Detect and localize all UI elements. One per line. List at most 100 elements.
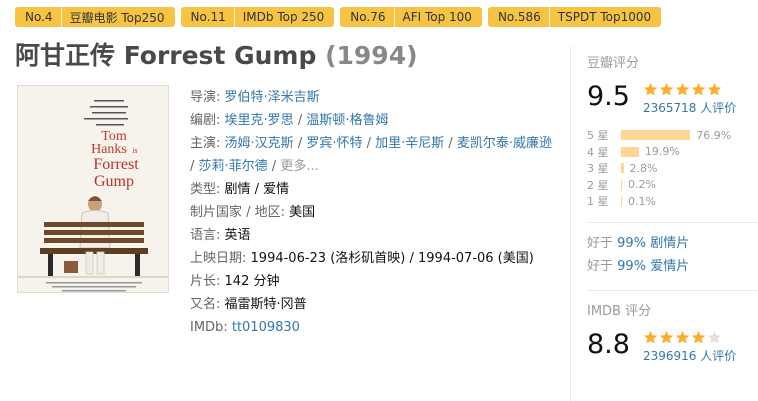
star-filled-icon — [675, 82, 690, 96]
cast-link[interactable]: 汤姆·汉克斯 — [225, 136, 294, 151]
better-than-row: 好于 99% 剧情片 — [587, 232, 758, 255]
dist-label: 1 星 — [587, 195, 609, 209]
star-filled-icon — [691, 330, 706, 343]
info-imdb-row: IMDb: tt0109830 — [190, 316, 555, 339]
poster-art: Tom Hanks is Forrest Gump — [18, 86, 168, 292]
better-than-row: 好于 99% 爱情片 — [587, 255, 758, 278]
movie-title: 阿甘正传 Forrest Gump — [15, 41, 317, 70]
info-aka-row: 又名: 福雷斯特·冈普 — [190, 293, 555, 316]
dist-bar — [621, 163, 624, 174]
imdb-score-row: 8.8 2396916 人评价 — [587, 328, 758, 364]
badge-afi-top100[interactable]: No.76 AFI Top 100 — [340, 7, 482, 27]
badge-separator — [393, 7, 395, 27]
poster-title-1: Forrest — [93, 156, 139, 173]
rating-dist-row: 4 星 19.9% — [587, 144, 758, 161]
badge-separator — [233, 7, 235, 27]
runtime-label: 片长: — [190, 274, 221, 289]
douban-votes-link[interactable]: 2365718 人评价 — [643, 99, 736, 116]
badge-rank: No.11 — [190, 10, 226, 24]
badge-name: AFI Top 100 — [402, 10, 472, 24]
release-label: 上映日期: — [190, 251, 247, 266]
director-link[interactable]: 罗伯特·泽米吉斯 — [225, 90, 320, 105]
imdb-score: 8.8 — [587, 328, 630, 360]
better-pct: 99% — [617, 235, 647, 251]
writer-link[interactable]: 埃里克·罗思 — [225, 113, 294, 128]
rating-panel: 豆瓣评分 9.5 2365718 人评价 5 星 76.9% 4 星 19.9%… — [587, 52, 758, 364]
star-filled-icon — [643, 82, 658, 96]
star-empty-icon — [707, 330, 722, 343]
separator: / — [448, 136, 457, 151]
cast-link[interactable]: 麦凯尔泰·威廉逊 — [457, 136, 552, 151]
badge-douban-top250[interactable]: No.4 豆瓣电影 Top250 — [15, 7, 175, 27]
dist-pct: 2.8% — [629, 161, 658, 175]
dist-bar — [621, 196, 622, 207]
dist-label: 3 星 — [587, 162, 609, 176]
writer-label: 编剧: — [190, 113, 221, 128]
cast-link[interactable]: 莎莉·菲尔德 — [199, 159, 268, 174]
country-value: 美国 — [289, 205, 316, 220]
badge-name: TSPDT Top1000 — [557, 10, 652, 24]
dist-bar — [621, 179, 622, 190]
badge-name: IMDb Top 250 — [242, 10, 325, 24]
badge-rank: No.4 — [25, 10, 53, 24]
douban-rating-title: 豆瓣评分 — [587, 56, 640, 71]
rating-dist-row: 1 星 0.1% — [587, 193, 758, 210]
dist-label: 4 星 — [587, 145, 609, 159]
info-director-row: 导演: 罗伯特·泽米吉斯 — [190, 86, 555, 109]
badge-separator — [60, 7, 62, 27]
cast-link[interactable]: 罗宾·怀特 — [306, 136, 362, 151]
cast-label: 主演: — [190, 136, 221, 151]
panel-divider — [587, 221, 758, 223]
star-filled-icon — [675, 330, 690, 343]
info-language-row: 语言: 英语 — [190, 224, 555, 247]
badge-separator — [548, 7, 550, 27]
star-filled-icon — [659, 82, 674, 96]
poster-is: is — [132, 146, 137, 155]
douban-score-row: 9.5 2365718 人评价 — [587, 80, 758, 116]
movie-poster[interactable]: Tom Hanks is Forrest Gump — [17, 85, 169, 293]
badge-tspdt-top1000[interactable]: No.586 TSPDT Top1000 — [487, 7, 662, 27]
language-value: 英语 — [224, 228, 251, 243]
cast-link[interactable]: 加里·辛尼斯 — [375, 136, 444, 151]
writer-link[interactable]: 温斯顿·格鲁姆 — [306, 113, 388, 128]
better-than-romance-link[interactable]: 99% 爱情片 — [617, 259, 689, 274]
dist-bar — [621, 146, 639, 157]
info-writer-row: 编剧: 埃里克·罗思 / 温斯顿·格鲁姆 — [190, 109, 555, 132]
rating-dist-row: 5 星 76.9% — [587, 127, 758, 144]
genre-label: 类型: — [190, 182, 221, 197]
badge-name: 豆瓣电影 Top250 — [69, 10, 165, 25]
release-value: 1994-06-23 (洛杉矶首映) / 1994-07-06 (美国) — [250, 251, 534, 266]
imdb-id-link[interactable]: tt0109830 — [232, 320, 300, 335]
imdb-stars — [643, 330, 736, 345]
info-genre-row: 类型: 剧情 / 爱情 — [190, 178, 555, 201]
better-genre: 爱情片 — [650, 258, 690, 274]
better-than-drama-link[interactable]: 99% 剧情片 — [617, 236, 689, 251]
separator: / — [366, 136, 376, 151]
better-pct: 99% — [617, 258, 647, 274]
star-filled-icon — [643, 330, 658, 343]
country-label: 制片国家 / 地区: — [190, 205, 286, 220]
star-filled-icon — [659, 330, 674, 343]
star-filled-icon — [707, 82, 722, 96]
dist-bar — [621, 130, 691, 141]
rating-dist-row: 3 星 2.8% — [587, 160, 758, 177]
info-country-row: 制片国家 / 地区: 美国 — [190, 201, 555, 224]
dist-pct: 19.9% — [644, 145, 680, 159]
aka-value: 福雷斯特·冈普 — [224, 297, 307, 312]
better-prefix: 好于 — [587, 258, 614, 274]
poster-actor-last: Hanks — [91, 142, 127, 157]
cast-more-link[interactable]: 更多... — [280, 159, 318, 174]
genre-value: 剧情 / 爱情 — [224, 182, 290, 197]
douban-stars — [643, 82, 736, 97]
top-list-badges: No.4 豆瓣电影 Top250 No.11 IMDb Top 250 No.7… — [15, 7, 662, 27]
info-runtime-row: 片长: 142 分钟 — [190, 270, 555, 293]
imdb-votes-link[interactable]: 2396916 人评价 — [643, 347, 736, 364]
aka-label: 又名: — [190, 297, 221, 312]
panel-divider — [587, 289, 758, 291]
dist-pct: 0.1% — [628, 194, 656, 208]
imdb-label: IMDb: — [190, 320, 228, 335]
dist-pct: 0.2% — [628, 178, 656, 192]
vertical-divider — [570, 46, 571, 401]
separator: / — [190, 159, 199, 174]
badge-imdb-top250[interactable]: No.11 IMDb Top 250 — [180, 7, 335, 27]
